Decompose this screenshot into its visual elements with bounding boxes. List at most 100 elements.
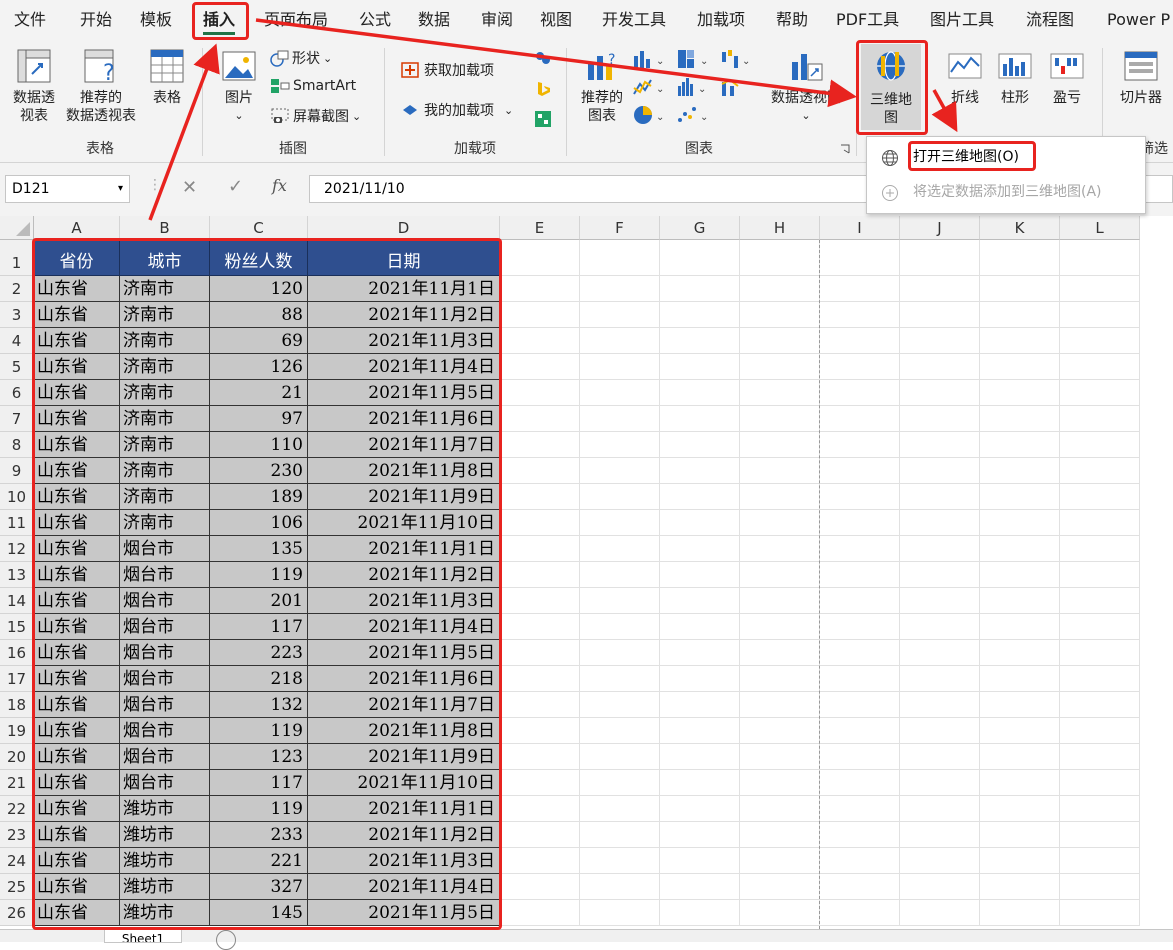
- empty-cell[interactable]: [660, 432, 740, 458]
- empty-cell[interactable]: [740, 822, 820, 848]
- row-header[interactable]: 13: [0, 562, 34, 588]
- table-cell[interactable]: 2021年11月4日: [308, 614, 500, 640]
- empty-cell[interactable]: [820, 640, 900, 666]
- empty-cell[interactable]: [660, 240, 740, 276]
- empty-cell[interactable]: [980, 640, 1060, 666]
- empty-cell[interactable]: [1060, 536, 1140, 562]
- empty-cell[interactable]: [580, 458, 660, 484]
- empty-cell[interactable]: [980, 302, 1060, 328]
- table-cell[interactable]: 69: [210, 328, 308, 354]
- empty-cell[interactable]: [580, 302, 660, 328]
- empty-cell[interactable]: [900, 510, 980, 536]
- waterfall-chart-icon[interactable]: ⌄: [720, 48, 756, 70]
- empty-cell[interactable]: [820, 302, 900, 328]
- empty-cell[interactable]: [900, 458, 980, 484]
- empty-cell[interactable]: [1060, 328, 1140, 354]
- empty-cell[interactable]: [580, 240, 660, 276]
- empty-cell[interactable]: [580, 718, 660, 744]
- table-cell[interactable]: 2021年11月4日: [308, 354, 500, 380]
- empty-cell[interactable]: [900, 848, 980, 874]
- table-cell[interactable]: 2021年11月3日: [308, 848, 500, 874]
- table-cell[interactable]: 山东省: [34, 406, 120, 432]
- empty-cell[interactable]: [660, 302, 740, 328]
- table-cell[interactable]: 221: [210, 848, 308, 874]
- column-header[interactable]: H: [740, 216, 820, 240]
- empty-cell[interactable]: [820, 354, 900, 380]
- empty-cell[interactable]: [660, 562, 740, 588]
- table-cell[interactable]: 2021年11月5日: [308, 380, 500, 406]
- row-header[interactable]: 19: [0, 718, 34, 744]
- column-header[interactable]: G: [660, 216, 740, 240]
- empty-cell[interactable]: [580, 666, 660, 692]
- empty-cell[interactable]: [500, 458, 580, 484]
- table-cell[interactable]: 117: [210, 614, 308, 640]
- empty-cell[interactable]: [1060, 406, 1140, 432]
- menu-tab[interactable]: 文件: [14, 0, 46, 40]
- empty-cell[interactable]: [740, 614, 820, 640]
- table-header-cell[interactable]: 城市: [120, 240, 210, 276]
- row-header[interactable]: 21: [0, 770, 34, 796]
- empty-cell[interactable]: [1060, 718, 1140, 744]
- table-cell[interactable]: 218: [210, 666, 308, 692]
- empty-cell[interactable]: [900, 640, 980, 666]
- empty-cell[interactable]: [1060, 432, 1140, 458]
- empty-cell[interactable]: [500, 302, 580, 328]
- row-header[interactable]: 5: [0, 354, 34, 380]
- table-cell[interactable]: 山东省: [34, 380, 120, 406]
- row-header[interactable]: 6: [0, 380, 34, 406]
- empty-cell[interactable]: [580, 328, 660, 354]
- empty-cell[interactable]: [820, 770, 900, 796]
- bing-maps-icon[interactable]: [534, 80, 552, 98]
- empty-cell[interactable]: [1060, 562, 1140, 588]
- table-cell[interactable]: 山东省: [34, 822, 120, 848]
- empty-cell[interactable]: [580, 640, 660, 666]
- empty-cell[interactable]: [500, 822, 580, 848]
- empty-cell[interactable]: [660, 744, 740, 770]
- empty-cell[interactable]: [820, 562, 900, 588]
- empty-cell[interactable]: [740, 240, 820, 276]
- row-header[interactable]: 7: [0, 406, 34, 432]
- table-cell[interactable]: 2021年11月10日: [308, 510, 500, 536]
- insert-function-icon[interactable]: fx: [272, 176, 287, 195]
- empty-cell[interactable]: [900, 614, 980, 640]
- table-cell[interactable]: 2021年11月9日: [308, 484, 500, 510]
- sparkline-line-button[interactable]: 折线: [944, 48, 986, 107]
- empty-cell[interactable]: [740, 432, 820, 458]
- column-header[interactable]: C: [210, 216, 308, 240]
- row-header[interactable]: 22: [0, 796, 34, 822]
- empty-cell[interactable]: [1060, 276, 1140, 302]
- empty-cell[interactable]: [740, 718, 820, 744]
- empty-cell[interactable]: [980, 718, 1060, 744]
- row-header[interactable]: 16: [0, 640, 34, 666]
- empty-cell[interactable]: [820, 718, 900, 744]
- row-header[interactable]: 23: [0, 822, 34, 848]
- empty-cell[interactable]: [1060, 692, 1140, 718]
- row-header[interactable]: 15: [0, 614, 34, 640]
- table-cell[interactable]: 21: [210, 380, 308, 406]
- empty-cell[interactable]: [820, 848, 900, 874]
- empty-cell[interactable]: [980, 510, 1060, 536]
- table-cell[interactable]: 烟台市: [120, 562, 210, 588]
- menu-tab[interactable]: 模板: [140, 0, 172, 40]
- empty-cell[interactable]: [740, 848, 820, 874]
- empty-cell[interactable]: [740, 900, 820, 926]
- row-header[interactable]: 12: [0, 536, 34, 562]
- shapes-button[interactable]: 形状 ⌄: [270, 48, 332, 68]
- row-header[interactable]: 18: [0, 692, 34, 718]
- empty-cell[interactable]: [500, 900, 580, 926]
- table-cell[interactable]: 223: [210, 640, 308, 666]
- empty-cell[interactable]: [900, 240, 980, 276]
- empty-cell[interactable]: [820, 614, 900, 640]
- table-cell[interactable]: 山东省: [34, 510, 120, 536]
- empty-cell[interactable]: [1060, 614, 1140, 640]
- empty-cell[interactable]: [660, 380, 740, 406]
- table-cell[interactable]: 济南市: [120, 328, 210, 354]
- table-cell[interactable]: 106: [210, 510, 308, 536]
- empty-cell[interactable]: [900, 796, 980, 822]
- empty-cell[interactable]: [500, 874, 580, 900]
- row-header[interactable]: 24: [0, 848, 34, 874]
- column-header[interactable]: E: [500, 216, 580, 240]
- empty-cell[interactable]: [1060, 796, 1140, 822]
- empty-cell[interactable]: [660, 848, 740, 874]
- table-header-cell[interactable]: 粉丝人数: [210, 240, 308, 276]
